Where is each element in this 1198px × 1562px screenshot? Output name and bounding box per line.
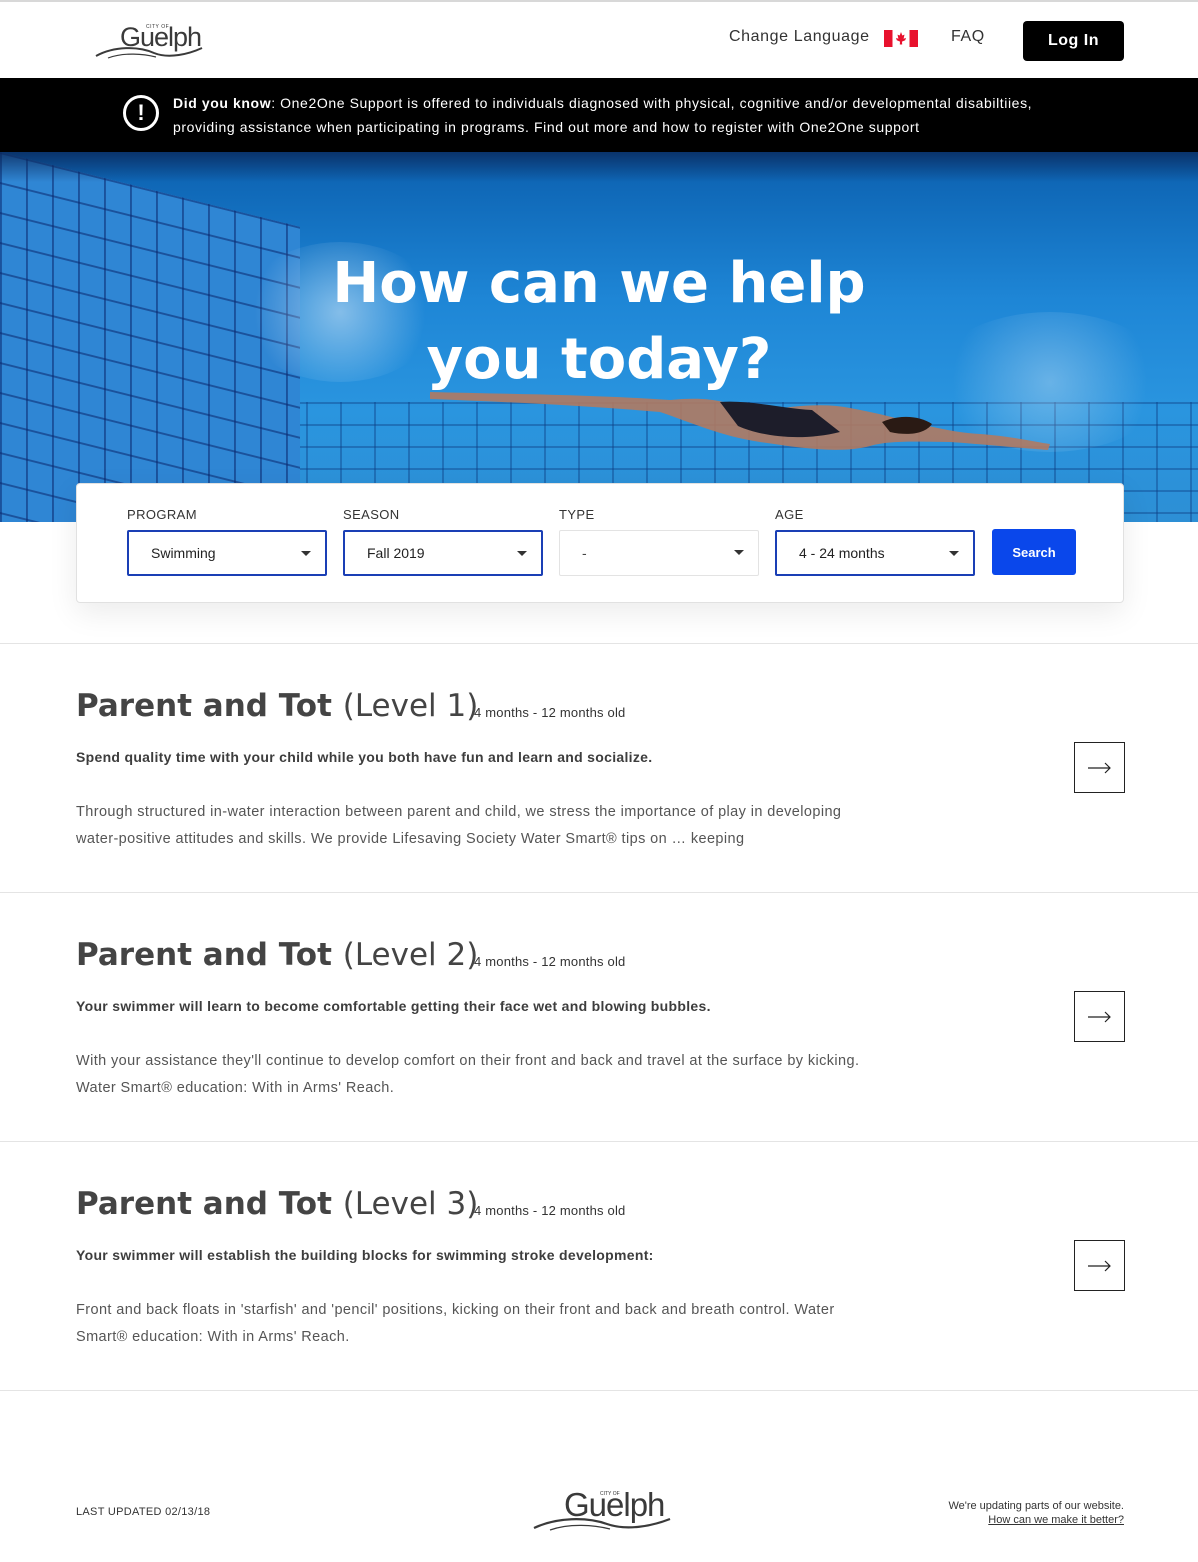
notice-lead: Did you know (173, 95, 272, 111)
arrow-right-icon (1087, 1011, 1111, 1022)
type-value: - (582, 545, 587, 561)
result-lead: Spend quality time with your child while… (76, 749, 653, 765)
notice-bar: ! Did you know: One2One Support is offer… (0, 78, 1198, 152)
age-value: 4 - 24 months (799, 545, 885, 561)
season-value: Fall 2019 (367, 545, 425, 561)
chevron-down-icon (301, 551, 311, 556)
hero-title-line-2: you today? (426, 327, 772, 392)
result-title: Parent and Tot (Level 3) (76, 1186, 478, 1222)
result-level: (Level 1) (342, 688, 479, 724)
result-level: (Level 2) (342, 937, 479, 973)
age-label: AGE (775, 507, 804, 522)
logo-swoosh-icon (95, 47, 203, 59)
pool-surface (0, 152, 1198, 182)
divider (0, 1390, 1198, 1391)
result-open-button[interactable] (1074, 1240, 1125, 1291)
result-card[interactable]: Parent and Tot (Level 3) 4 months - 12 m… (0, 1142, 1198, 1390)
search-button[interactable]: Search (992, 529, 1076, 575)
feedback-link[interactable]: How can we make it better? (988, 1514, 1124, 1526)
footer-updating-text: We're updating parts of our website. (948, 1500, 1124, 1512)
chevron-down-icon (517, 551, 527, 556)
login-button[interactable]: Log In (1023, 21, 1124, 61)
arrow-right-icon (1087, 762, 1111, 773)
faq-link[interactable]: FAQ (951, 28, 985, 46)
age-select[interactable]: 4 - 24 months (775, 530, 975, 576)
result-description: With your assistance they'll continue to… (76, 1053, 860, 1096)
hero-banner: How can we help you today? (0, 152, 1198, 522)
type-select[interactable]: - (559, 530, 759, 576)
season-select[interactable]: Fall 2019 (343, 530, 543, 576)
result-title-main: Parent and Tot (76, 937, 332, 973)
result-title-main: Parent and Tot (76, 1186, 332, 1222)
alert-icon: ! (123, 95, 159, 131)
result-title: Parent and Tot (Level 2) (76, 937, 478, 973)
result-lead: Your swimmer will establish the building… (76, 1247, 654, 1263)
program-select[interactable]: Swimming (127, 530, 327, 576)
result-lead: Your swimmer will learn to become comfor… (76, 998, 711, 1014)
result-description: Front and back floats in 'starfish' and … (76, 1302, 835, 1345)
result-card[interactable]: Parent and Tot (Level 2) 4 months - 12 m… (0, 893, 1198, 1141)
program-value: Swimming (151, 545, 216, 561)
search-panel: PROGRAM Swimming SEASON Fall 2019 TYPE -… (76, 483, 1124, 603)
result-level: (Level 3) (342, 1186, 479, 1222)
result-open-button[interactable] (1074, 742, 1125, 793)
season-label: SEASON (343, 507, 400, 522)
notice-text[interactable]: Did you know: One2One Support is offered… (173, 91, 1093, 139)
chevron-down-icon (734, 550, 744, 555)
result-title-main: Parent and Tot (76, 688, 332, 724)
arrow-right-icon (1087, 1260, 1111, 1271)
result-age-range: 4 months - 12 months old (474, 954, 626, 969)
result-age-range: 4 months - 12 months old (474, 1203, 626, 1218)
result-card[interactable]: Parent and Tot (Level 1) 4 months - 12 m… (0, 644, 1198, 892)
type-label: TYPE (559, 507, 595, 522)
chevron-down-icon (949, 551, 959, 556)
hero-title: How can we help you today? (0, 246, 1198, 398)
program-label: PROGRAM (127, 507, 197, 522)
result-age-range: 4 months - 12 months old (474, 705, 626, 720)
site-header: CITY OF Guelph Change Language FAQ Log I… (0, 2, 1198, 78)
result-title: Parent and Tot (Level 1) (76, 688, 478, 724)
hero-title-line-1: How can we help (332, 251, 866, 316)
footer-guelph-logo[interactable]: CITY OF Guelph (532, 1486, 672, 1534)
result-description: Through structured in-water interaction … (76, 804, 842, 847)
logo-swoosh-icon (533, 1517, 671, 1531)
result-open-button[interactable] (1074, 991, 1125, 1042)
notice-body: : One2One Support is offered to individu… (173, 95, 1033, 135)
footer-feedback: We're updating parts of our website. How… (948, 1499, 1124, 1527)
canada-flag-icon[interactable] (884, 30, 918, 47)
last-updated: LAST UPDATED 02/13/18 (76, 1506, 211, 1518)
change-language-link[interactable]: Change Language (729, 28, 870, 46)
guelph-logo[interactable]: CITY OF Guelph (94, 22, 204, 62)
